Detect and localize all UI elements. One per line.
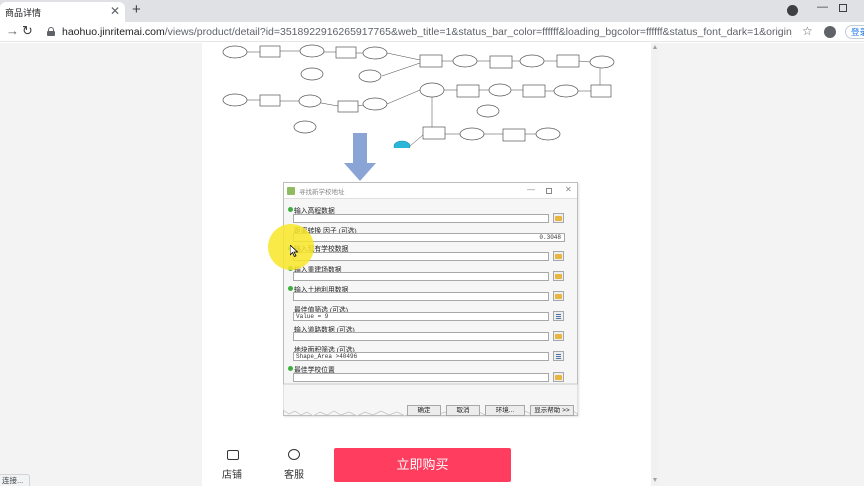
tab-title: 商品详情	[5, 8, 42, 18]
required-marker-icon	[288, 286, 293, 291]
sql-query-icon	[553, 311, 564, 321]
scroll-down-arrow-icon[interactable]	[653, 478, 657, 482]
browse-folder-icon	[553, 271, 564, 281]
vertical-scrollbar[interactable]	[651, 43, 659, 486]
down-arrow-icon	[344, 133, 376, 181]
browse-folder-icon	[553, 291, 564, 301]
dialog-minimize-icon: —	[527, 185, 535, 194]
browse-folder-icon	[553, 251, 564, 261]
tab-product-detail[interactable]: 商品详情 ✕	[0, 2, 125, 22]
dialog-title: 寻找新学校地址	[299, 189, 345, 196]
field-input-roads	[293, 332, 549, 341]
shop-label[interactable]: 店铺	[222, 466, 242, 481]
customer-service-label[interactable]: 客服	[284, 466, 304, 481]
field-input-best-value: Value = 9	[293, 312, 549, 321]
field-input-landuse	[293, 292, 549, 301]
tab-strip: 商品详情 ✕ + —	[0, 0, 864, 22]
address-bar[interactable]: haohuo.jinritemai.com/views/product/deta…	[62, 26, 792, 38]
dialog-maximize-icon	[546, 188, 552, 194]
new-tab-icon[interactable]: +	[132, 1, 141, 18]
dialog-environment-button: 环境...	[485, 405, 525, 416]
dialog-titlebar: 寻找新学校地址 — ✕	[284, 183, 577, 199]
login-button[interactable]: 登录	[845, 25, 864, 39]
browse-folder-icon	[553, 331, 564, 341]
field-input-area: Shape_Area >40496	[293, 352, 549, 361]
field-input-existing-schools	[293, 252, 549, 261]
dialog-help-button: 显示帮助 >>	[530, 405, 574, 416]
mouse-pointer-icon	[290, 245, 298, 257]
minimize-window-icon[interactable]: —	[817, 1, 828, 13]
buy-now-button[interactable]: 立即购买	[334, 448, 511, 482]
restore-window-icon[interactable]	[839, 4, 847, 12]
browse-folder-icon	[553, 213, 564, 223]
status-text: 连接...	[0, 474, 30, 486]
toolbox-icon	[287, 187, 295, 195]
url-path: /views/product/detail?id=351892291626591…	[164, 26, 792, 38]
dialog-cancel-button: 取消	[446, 405, 480, 416]
lock-icon[interactable]	[47, 27, 55, 36]
flow-node-highlighted	[393, 140, 411, 152]
shop-icon[interactable]	[227, 450, 239, 460]
account-icon[interactable]	[824, 26, 836, 38]
field-input-recreation	[293, 272, 549, 281]
scroll-up-arrow-icon[interactable]	[653, 45, 657, 49]
profile-menu-icon[interactable]	[787, 5, 798, 16]
field-input-distance-factor: 0.3048	[293, 233, 565, 242]
url-host: haohuo.jinritemai.com	[62, 26, 165, 38]
close-tab-icon[interactable]: ✕	[110, 4, 120, 18]
required-marker-icon	[288, 207, 293, 212]
bookmark-star-icon[interactable]: ☆	[802, 24, 813, 38]
field-input-elevation	[293, 214, 549, 223]
customer-service-icon[interactable]	[288, 449, 300, 460]
dialog-ok-button: 确定	[407, 405, 441, 416]
reload-icon[interactable]: ↻	[22, 23, 33, 39]
browser-toolbar: → ↻ haohuo.jinritemai.com/views/product/…	[0, 22, 864, 42]
model-flowchart-image	[220, 43, 620, 152]
flowchart-diagram	[222, 44, 615, 152]
dialog-close-icon: ✕	[565, 185, 572, 194]
forward-icon[interactable]: →	[6, 23, 19, 38]
sql-query-icon	[553, 351, 564, 361]
